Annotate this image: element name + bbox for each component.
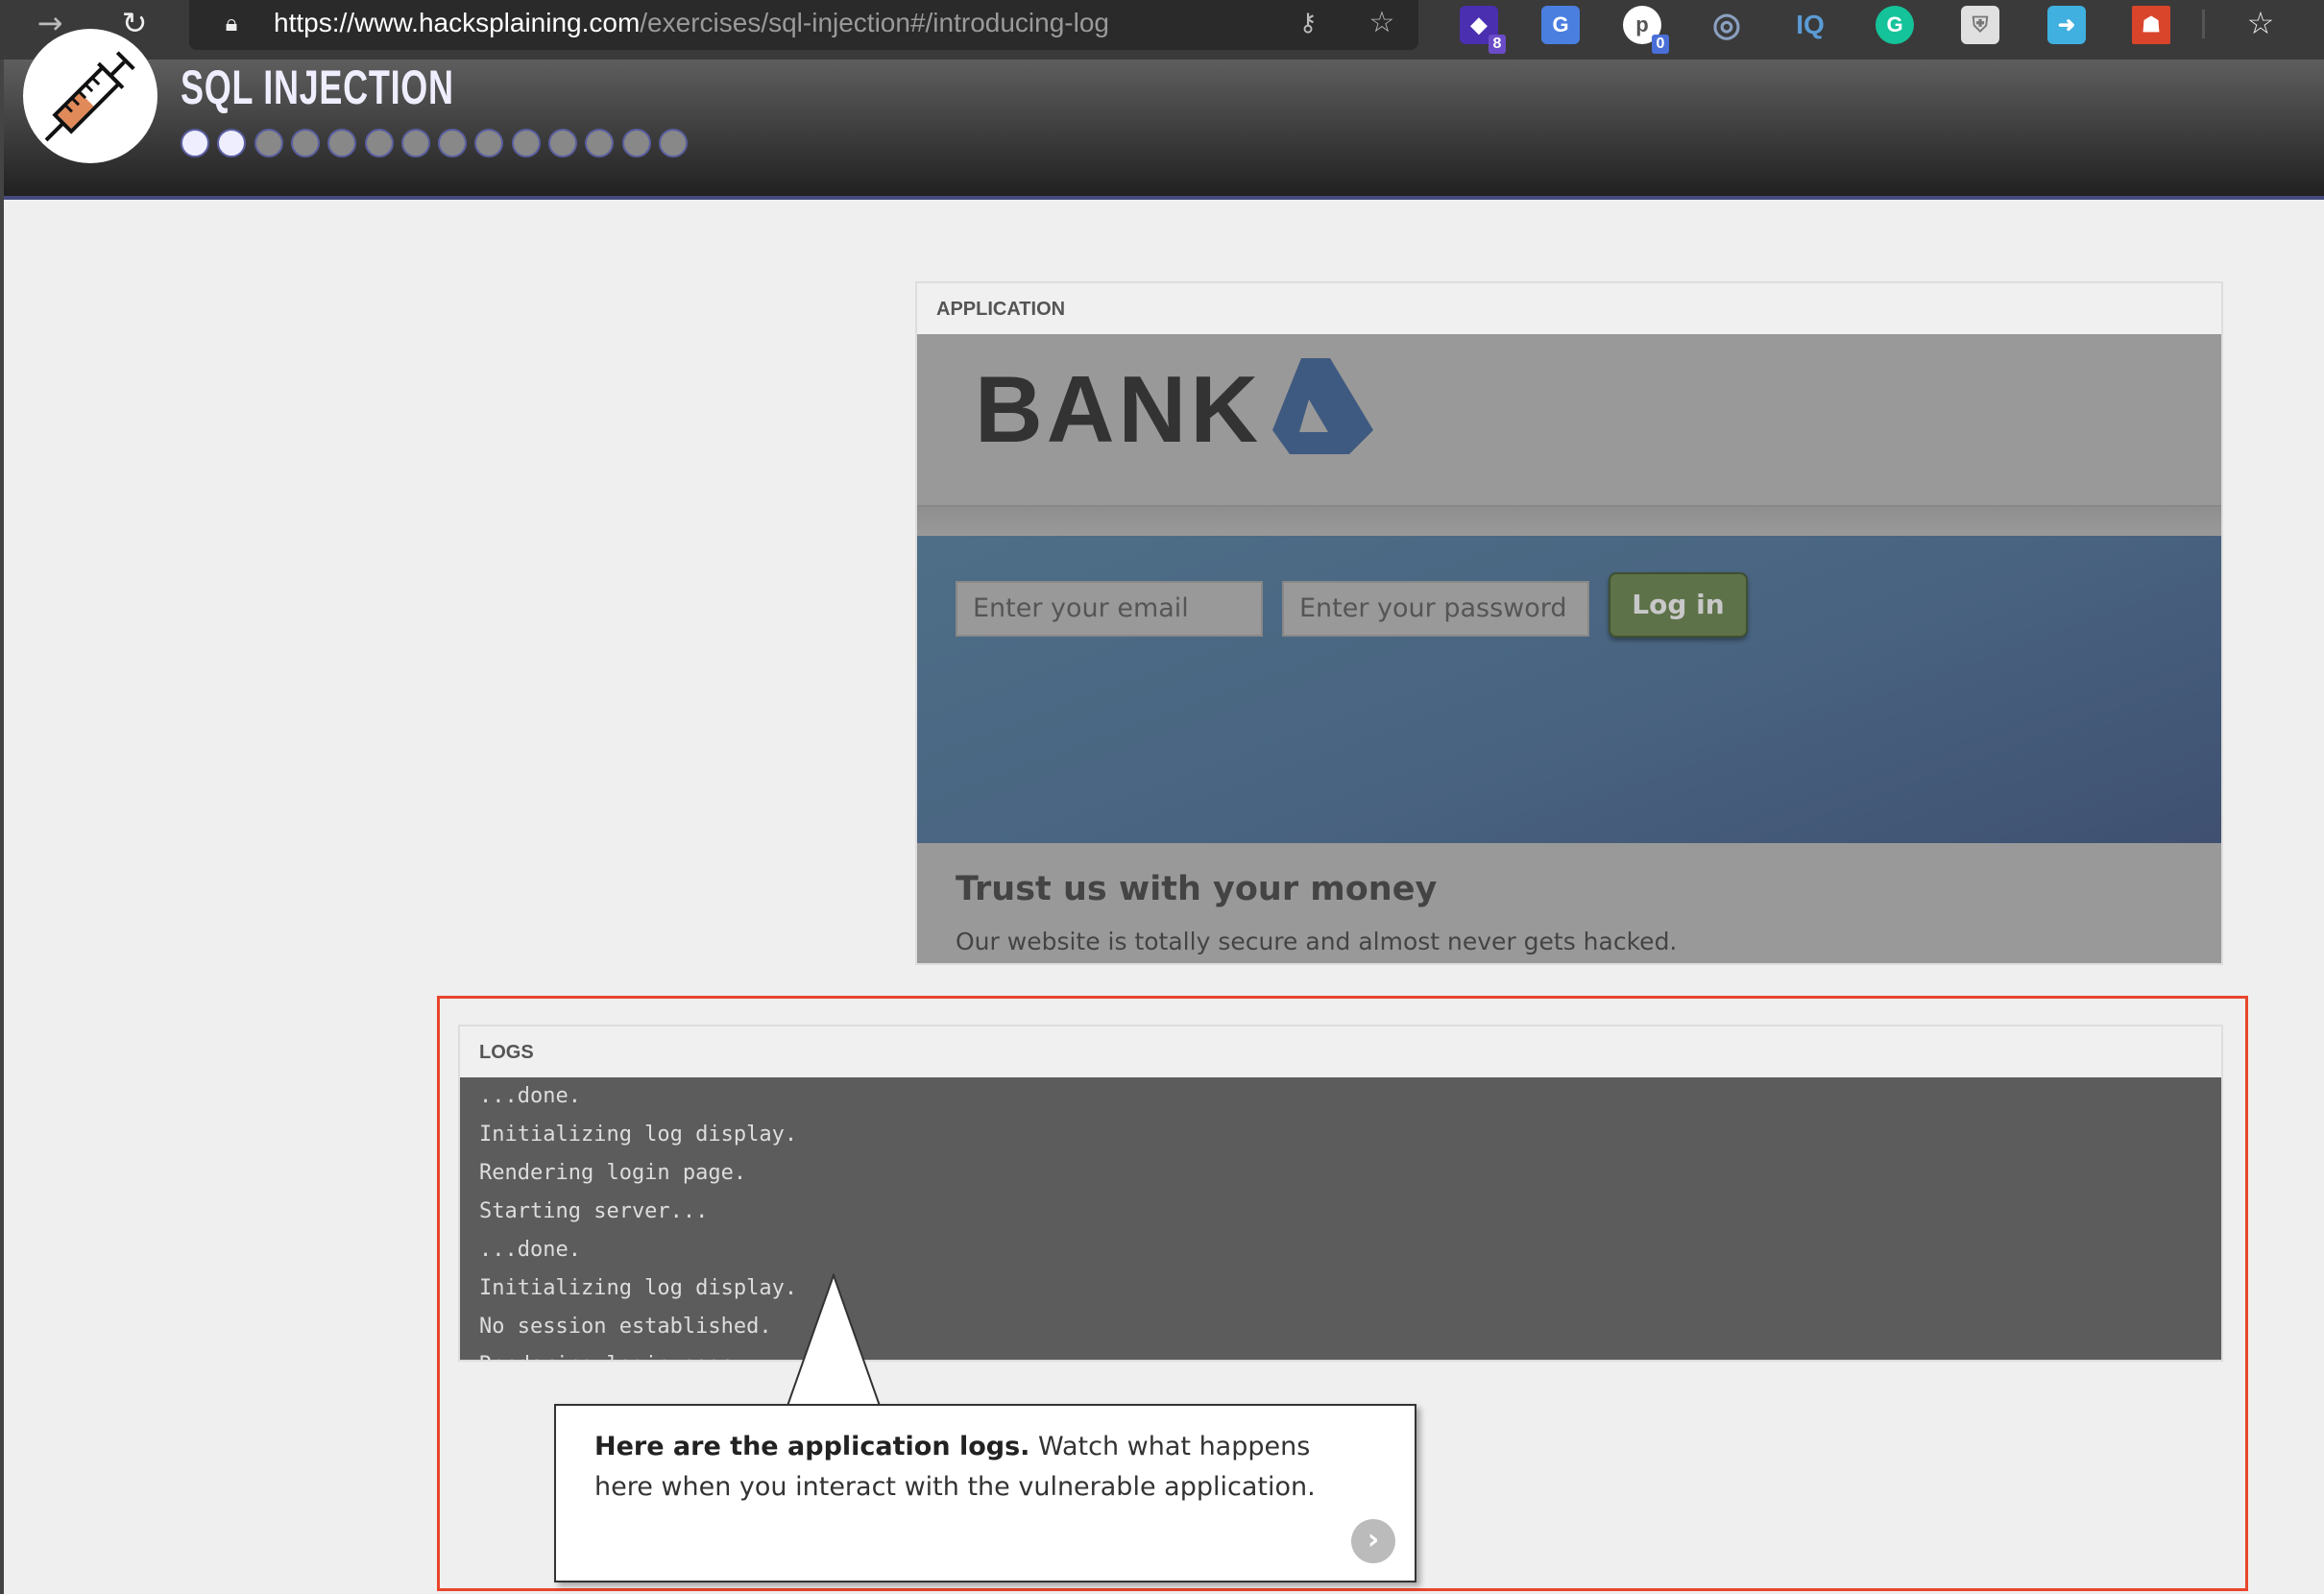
log-line: Initializing log display. (479, 1276, 798, 1300)
google-translate-icon[interactable]: G (1541, 6, 1580, 44)
log-line: No session established. (479, 1315, 772, 1339)
application-label: APPLICATION (936, 299, 1066, 320)
bank-logo-icon (1272, 358, 1373, 454)
exercise-header: SQL INJECTION (0, 29, 2324, 200)
progress-dot[interactable] (548, 129, 577, 157)
syringe-logo-icon (23, 29, 157, 163)
log-line: Starting server... (479, 1199, 709, 1223)
progress-dot[interactable] (438, 129, 468, 157)
log-output[interactable]: ...done. Initializing log display. Rende… (460, 1077, 2221, 1360)
exercise-title: SQL INJECTION (181, 60, 454, 114)
add-bookmark-icon[interactable]: ☆ (1361, 4, 1403, 42)
bank-hero: Enter your email Enter your password Log… (917, 536, 2221, 843)
bank-logo-text: BANK (975, 356, 1263, 462)
stacks-extension-icon[interactable]: ◆ 8 (1460, 6, 1506, 54)
progress-dot[interactable] (400, 129, 430, 157)
log-line: ...done. (479, 1238, 581, 1262)
progress-dot[interactable] (217, 129, 247, 157)
bank-content: Trust us with your money Our website is … (917, 843, 2221, 963)
url-text[interactable]: https://www.hacksplaining.com/exercises/… (274, 8, 1109, 38)
tutorial-tooltip: Here are the application logs. Watch wha… (554, 1404, 1416, 1582)
log-line: Rendering login page. (479, 1161, 747, 1185)
progress-dot[interactable] (327, 129, 357, 157)
progress-dot[interactable] (511, 129, 541, 157)
progress-dot[interactable] (585, 129, 615, 157)
email-input[interactable]: Enter your email (956, 581, 1263, 637)
p-extension-icon[interactable]: p0 (1623, 6, 1669, 54)
progress-dot[interactable] (474, 129, 504, 157)
key-icon[interactable]: ⚷ (1287, 4, 1329, 42)
red-extension-icon[interactable]: ☗ (2132, 6, 2170, 44)
tooltip-bold-text: Here are the application logs. (594, 1432, 1030, 1461)
arrow-extension-icon[interactable]: ➜ (2047, 6, 2086, 44)
application-panel: APPLICATION BANK Enter your email Enter … (915, 281, 2223, 965)
url-host: https://www.hacksplaining.com (274, 8, 641, 37)
ring-extension-icon[interactable]: ◎ (1707, 6, 1746, 44)
iq-extension-icon[interactable]: IQ (1791, 6, 1829, 44)
tooltip-pointer (786, 1273, 882, 1408)
extension-badge: 0 (1652, 35, 1669, 54)
lock-icon[interactable]: 🔒︎ (210, 4, 253, 42)
bank-nav-stripe (917, 507, 2221, 536)
log-line: ...done. (479, 1084, 581, 1108)
next-button[interactable]: › (1351, 1519, 1395, 1563)
extension-badge: 8 (1489, 35, 1506, 54)
progress-dot[interactable] (254, 129, 283, 157)
login-button[interactable]: Log in (1609, 572, 1748, 638)
progress-dot[interactable] (621, 129, 651, 157)
bank-tagline: Trust us with your money (956, 870, 1438, 908)
progress-dot[interactable] (290, 129, 320, 157)
address-bar[interactable]: 🔒︎ https://www.hacksplaining.com/exercis… (189, 0, 1418, 50)
log-line: Initializing log display. (479, 1123, 798, 1147)
logs-label: LOGS (479, 1042, 534, 1063)
logs-panel: LOGS ...done. Initializing log display. … (458, 1025, 2223, 1362)
progress-dot[interactable] (658, 129, 688, 157)
grammarly-icon[interactable]: G (1876, 6, 1914, 44)
progress-dot[interactable] (364, 129, 394, 157)
bank-header: BANK (917, 334, 2221, 507)
toolbar-divider (2202, 10, 2205, 38)
url-path: /exercises/sql-injection#/introducing-lo… (640, 8, 1109, 37)
bank-subtitle: Our website is totally secure and almost… (956, 928, 1678, 955)
shield-extension-icon[interactable]: ⛨ (1961, 6, 1999, 44)
progress-dot[interactable] (181, 129, 209, 157)
password-input[interactable]: Enter your password (1282, 581, 1589, 637)
chevron-right-icon: › (1367, 1523, 1380, 1557)
browser-toolbar: → ↻ 🔒︎ https://www.hacksplaining.com/exe… (0, 0, 2324, 60)
log-line: Rendering login page. (479, 1350, 2202, 1360)
page-edge (0, 60, 4, 1594)
reading-list-icon[interactable]: ☆ (2239, 4, 2282, 42)
